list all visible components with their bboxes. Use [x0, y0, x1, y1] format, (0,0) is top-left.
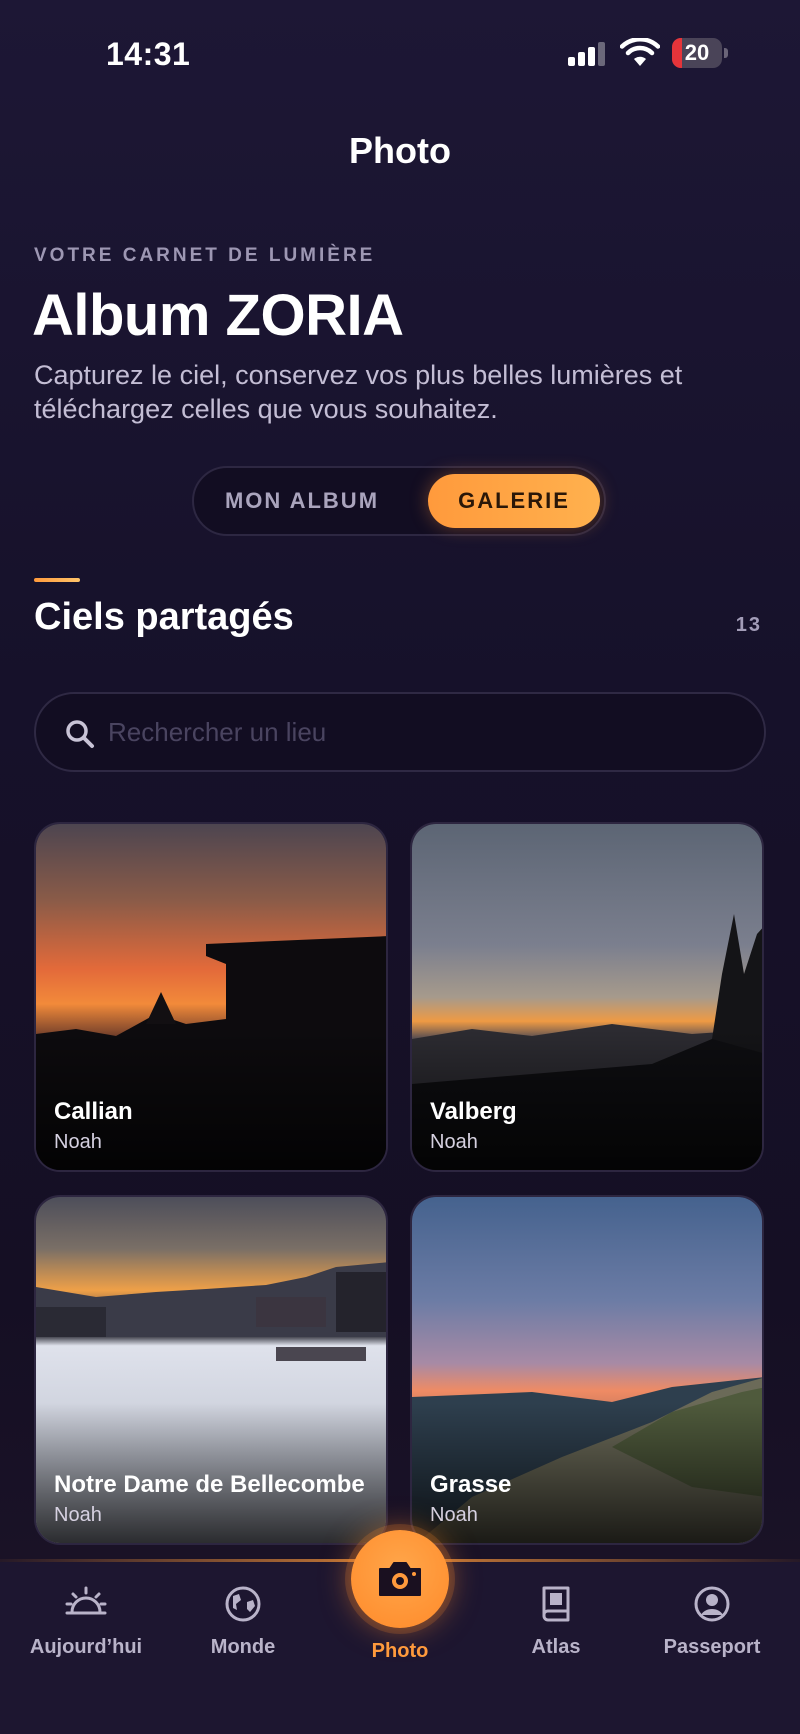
- tab-label: Aujourd’hui: [29, 1636, 143, 1658]
- book-icon: [542, 1586, 570, 1622]
- card-author: Noah: [54, 1131, 102, 1153]
- card-title: Grasse: [430, 1471, 512, 1498]
- camera-button[interactable]: [351, 1530, 449, 1628]
- segment-galerie[interactable]: GALERIE: [428, 474, 600, 528]
- battery-icon: 20: [672, 38, 728, 68]
- photo-card-callian[interactable]: Callian Noah: [34, 822, 388, 1172]
- album-subtitle: Capturez le ciel, conservez vos plus bel…: [34, 360, 683, 424]
- tab-atlas[interactable]: Atlas: [481, 1582, 631, 1659]
- search-input[interactable]: [108, 694, 728, 770]
- card-title: Callian: [54, 1098, 133, 1125]
- status-bar: 14:31 20: [0, 0, 800, 110]
- tab-aujourdhui[interactable]: Aujourd’hui: [11, 1582, 161, 1659]
- search-bar[interactable]: [34, 692, 766, 772]
- album-gallery-toggle: MON ALBUM GALERIE: [192, 466, 606, 536]
- search-icon: [66, 720, 94, 748]
- photo-card-valberg[interactable]: Valberg Noah: [410, 822, 764, 1172]
- card-title: Valberg: [430, 1098, 517, 1125]
- camera-icon: [379, 1562, 421, 1596]
- tab-photo[interactable]: Photo: [325, 1530, 475, 1663]
- wifi-icon: [620, 38, 660, 66]
- globe-icon: [225, 1586, 261, 1622]
- user-circle-icon: [694, 1586, 730, 1622]
- tab-label: Monde: [210, 1636, 276, 1658]
- tab-label: Photo: [371, 1640, 429, 1662]
- tab-label: Passeport: [663, 1636, 761, 1658]
- tab-label: Atlas: [531, 1636, 581, 1658]
- status-time: 14:31: [106, 36, 191, 72]
- intro-eyebrow: VOTRE CARNET DE LUMIÈRE: [34, 245, 376, 266]
- card-author: Noah: [430, 1131, 478, 1153]
- segment-mon-album[interactable]: MON ALBUM: [208, 474, 396, 528]
- photo-card-grasse[interactable]: Grasse Noah: [410, 1195, 764, 1545]
- card-title: Notre Dame de Bellecombe: [54, 1471, 365, 1498]
- tab-passeport[interactable]: Passeport: [637, 1582, 787, 1659]
- tab-monde[interactable]: Monde: [168, 1582, 318, 1659]
- section-accent-bar: [34, 578, 80, 582]
- section-count: 13: [735, 614, 762, 636]
- card-author: Noah: [430, 1504, 478, 1526]
- card-author: Noah: [54, 1504, 102, 1526]
- cellular-signal-icon: [568, 42, 608, 66]
- sunrise-icon: [65, 1586, 107, 1615]
- album-title: Album ZORIA: [32, 283, 404, 348]
- section-title: Ciels partagés: [34, 596, 294, 638]
- battery-level: 20: [684, 40, 710, 65]
- page-title: Photo: [349, 130, 451, 171]
- photo-card-notre-dame-de-bellecombe[interactable]: Notre Dame de Bellecombe Noah: [34, 1195, 388, 1545]
